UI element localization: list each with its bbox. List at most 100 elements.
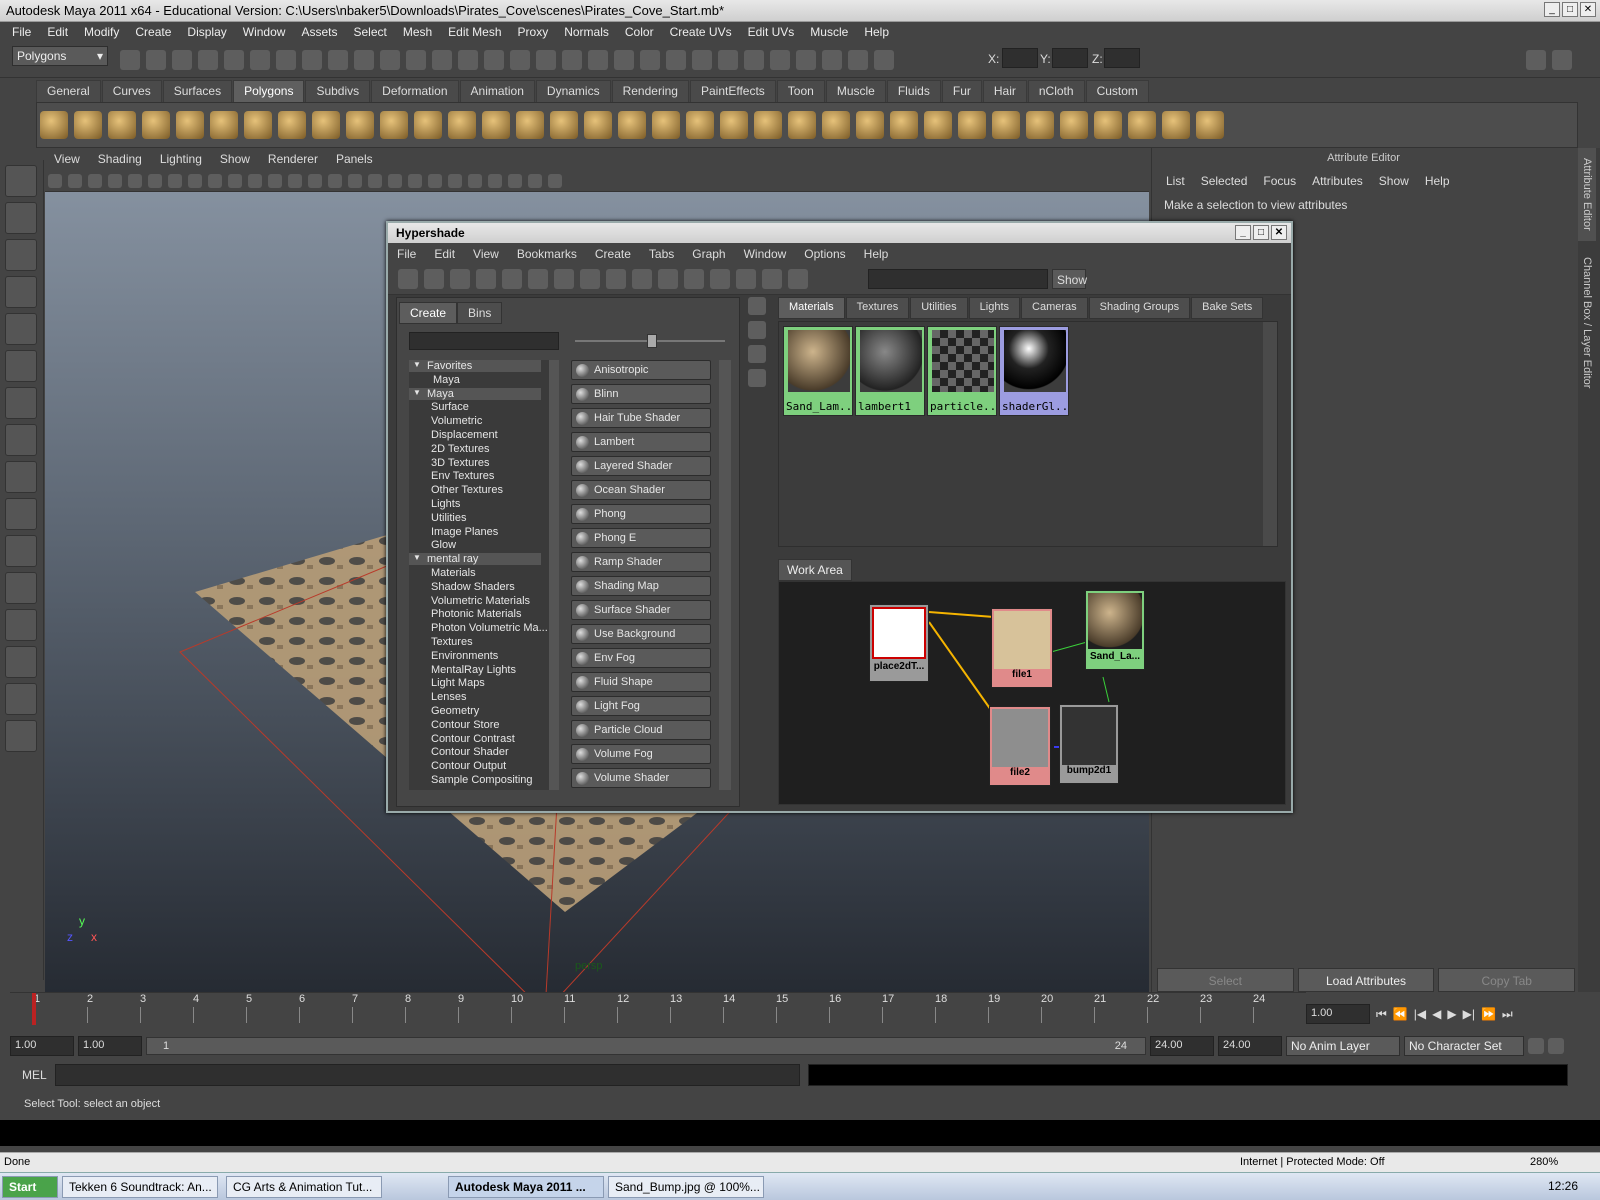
tree-item-volumetric-materials[interactable]: Volumetric Materials [409,595,530,607]
tree-item-other-textures[interactable]: Other Textures [409,484,503,496]
node-button-phong[interactable]: Phong [571,504,711,524]
status-tool-icon[interactable] [120,50,140,70]
hypershade-menu-file[interactable]: File [388,243,425,265]
hypershade-tool-icon[interactable] [398,269,418,289]
go-to-end-icon[interactable]: ⏭ [1502,1007,1513,1022]
x-field[interactable] [1002,48,1038,68]
sand-material-node[interactable]: Sand_La... [1085,590,1145,670]
attribute-editor-toggle-icon[interactable] [1526,50,1546,70]
node-button-shading-map[interactable]: Shading Map [571,576,711,596]
status-tool-icon[interactable] [562,50,582,70]
menu-edit-uvs[interactable]: Edit UVs [740,22,803,44]
file1-node[interactable]: file1 [991,608,1053,688]
tree-item-glow[interactable]: Glow [409,539,456,551]
viewport-tool-icon[interactable] [108,174,122,188]
tree-item-light-maps[interactable]: Light Maps [409,677,485,689]
playback-end-field[interactable]: 24.00 [1150,1036,1214,1056]
shelf-tool-icon[interactable] [108,111,136,139]
tab-ncloth[interactable]: nCloth [1027,80,1085,102]
layout-graph-icon[interactable] [5,646,37,678]
status-tool-icon[interactable] [172,50,192,70]
layout-icon[interactable] [748,297,766,315]
viewport-tool-icon[interactable] [408,174,422,188]
go-to-start-icon[interactable]: ⏮ [1376,1007,1387,1022]
hypershade-tool-icon[interactable] [580,269,600,289]
status-tool-icon[interactable] [614,50,634,70]
viewport-tool-icon[interactable] [68,174,82,188]
tab-custom[interactable]: Custom [1085,80,1149,102]
hypershade-menu-help[interactable]: Help [855,243,898,265]
shelf-tool-icon[interactable] [1094,111,1122,139]
shelf-tool-icon[interactable] [1196,111,1224,139]
viewport-tool-icon[interactable] [228,174,242,188]
menu-muscle[interactable]: Muscle [802,22,856,44]
tab-shading-groups[interactable]: Shading Groups [1088,297,1191,319]
shelf-tool-icon[interactable] [74,111,102,139]
taskbar-task-sand-bump-jpg-100[interactable]: Sand_Bump.jpg @ 100%... [608,1176,764,1198]
key-icon[interactable] [1528,1038,1544,1054]
start-time-field[interactable]: 1.00 [10,1036,74,1056]
shelf-tool-icon[interactable] [1162,111,1190,139]
tab-bake-sets[interactable]: Bake Sets [1191,297,1264,319]
hypershade-menu-create[interactable]: Create [586,243,640,265]
tree-item-contour-output[interactable]: Contour Output [409,760,506,772]
status-tool-icon[interactable] [354,50,374,70]
node-button-lambert[interactable]: Lambert [571,432,711,452]
tree-item-shadow-shaders[interactable]: Shadow Shaders [409,581,515,593]
menu-modify[interactable]: Modify [76,22,127,44]
current-time-marker[interactable] [32,993,36,1025]
node-button-blinn[interactable]: Blinn [571,384,711,404]
shelf-tool-icon[interactable] [414,111,442,139]
tree-item-maya[interactable]: Maya ▼ [409,387,541,400]
material-swatch-2[interactable]: particle... [927,326,997,416]
hypershade-tool-icon[interactable] [502,269,522,289]
tree-item-contour-shader[interactable]: Contour Shader [409,746,509,758]
viewport-tool-icon[interactable] [348,174,362,188]
anim-layer-dropdown[interactable]: No Anim Layer [1286,1036,1400,1056]
status-tool-icon[interactable] [692,50,712,70]
status-tool-icon[interactable] [302,50,322,70]
menu-color[interactable]: Color [617,22,662,44]
status-tool-icon[interactable] [276,50,296,70]
tree-item-lenses[interactable]: Lenses [409,691,466,703]
layout-dope-icon[interactable] [5,720,37,752]
copy-tab-button[interactable]: Copy Tab [1438,968,1576,992]
select-tool-icon[interactable] [5,165,37,197]
attr-menu-attributes[interactable]: Attributes [1304,172,1371,190]
close-icon[interactable]: ✕ [1580,2,1596,17]
viewport-tool-icon[interactable] [248,174,262,188]
tab-deformation[interactable]: Deformation [371,80,459,102]
viewport-tool-icon[interactable] [168,174,182,188]
tree-item-image-planes[interactable]: Image Planes [409,526,498,538]
sort-icon[interactable] [748,369,766,387]
node-button-layered-shader[interactable]: Layered Shader [571,456,711,476]
shelf-tool-icon[interactable] [448,111,476,139]
show-button[interactable]: Show [1052,269,1087,289]
shelf-tool-icon[interactable] [924,111,952,139]
hypershade-tool-icon[interactable] [788,269,808,289]
attr-menu-focus[interactable]: Focus [1255,172,1304,190]
shelf-tool-icon[interactable] [992,111,1020,139]
hypershade-menu-window[interactable]: Window [735,243,796,265]
viewport-menu-renderer[interactable]: Renderer [259,148,327,170]
tree-scrollbar[interactable] [549,360,559,790]
soft-mod-icon[interactable] [5,424,37,456]
minimize-icon[interactable]: _ [1544,2,1560,17]
status-tool-icon[interactable] [484,50,504,70]
tree-item-volumetric[interactable]: Volumetric [409,415,482,427]
move-tool-icon[interactable] [5,276,37,308]
tab-lights[interactable]: Lights [968,297,1021,319]
shelf-tool-icon[interactable] [584,111,612,139]
status-tool-icon[interactable] [640,50,660,70]
slider-handle[interactable] [647,334,657,348]
node-button-light-fog[interactable]: Light Fog [571,696,711,716]
node-button-env-fog[interactable]: Env Fog [571,648,711,668]
hypershade-tool-icon[interactable] [424,269,444,289]
place2d-texture-node[interactable]: place2dT... [869,604,929,682]
viewport-tool-icon[interactable] [328,174,342,188]
shelf-tool-icon[interactable] [890,111,918,139]
status-tool-icon[interactable] [822,50,842,70]
tree-item-lights[interactable]: Lights [409,498,460,510]
hypershade-tool-icon[interactable] [632,269,652,289]
hypershade-menu-bookmarks[interactable]: Bookmarks [508,243,586,265]
